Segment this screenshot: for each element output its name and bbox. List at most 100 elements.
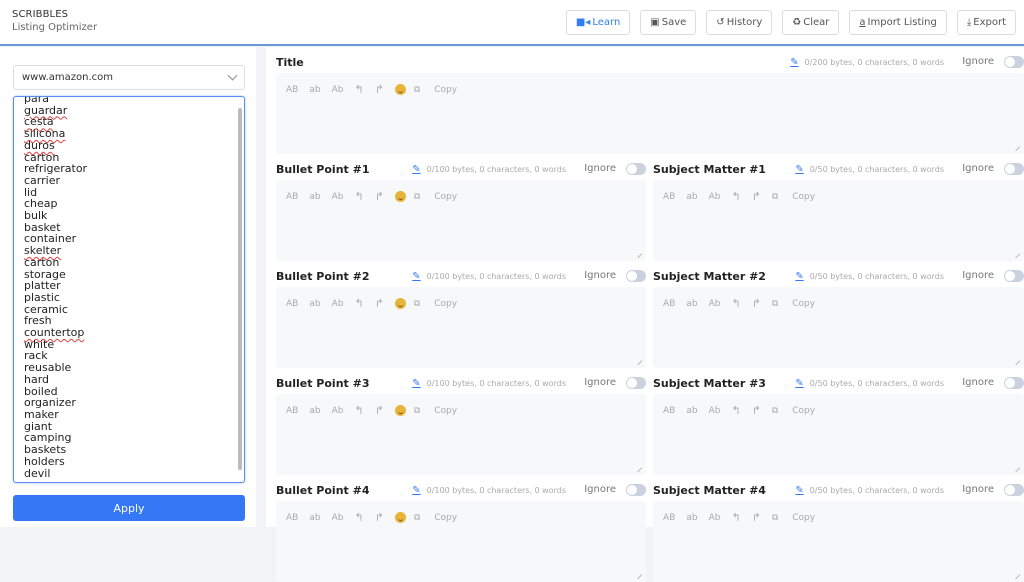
emoji-icon[interactable] [394,84,406,95]
titlecase-button[interactable]: Ab [332,513,344,523]
undo-icon[interactable]: ↰ [731,511,740,524]
bullet-point-4-textarea[interactable]: AB ab Ab ↰ ↱ ⧉ Copy [276,501,646,582]
redo-icon[interactable]: ↱ [752,404,761,417]
redo-icon[interactable]: ↱ [752,511,761,524]
pencil-icon[interactable]: ✎ [412,271,420,282]
pencil-icon[interactable]: ✎ [795,378,803,389]
pencil-icon[interactable]: ✎ [795,271,803,282]
copy-button[interactable]: ⧉ Copy [414,192,468,202]
keywords-textarea[interactable]: para guardar cesta silicona duros carton refri… [13,96,245,483]
titlecase-button[interactable]: Ab [709,406,721,416]
titlecase-button[interactable]: Ab [332,192,344,202]
emoji-icon[interactable] [394,298,406,309]
subject-matter-3-ignore-toggle[interactable] [1004,377,1024,389]
resize-handle[interactable] [1011,570,1021,580]
subject-matter-1-textarea[interactable]: AB ab Ab ↰ ↱ ⧉ Copy [653,180,1024,261]
uppercase-button[interactable]: AB [286,299,298,309]
emoji-icon[interactable] [394,405,406,416]
copy-button[interactable]: ⧉ Copy [772,299,826,309]
lowercase-button[interactable]: ab [309,299,320,309]
undo-icon[interactable]: ↰ [354,83,363,96]
pencil-icon[interactable]: ✎ [795,485,803,496]
uppercase-button[interactable]: AB [663,192,675,202]
redo-icon[interactable]: ↱ [752,297,761,310]
copy-button[interactable]: ⧉ Copy [414,406,468,416]
pencil-icon[interactable]: ✎ [412,164,420,175]
lowercase-button[interactable]: ab [686,406,697,416]
pencil-icon[interactable]: ✎ [790,57,798,68]
subject-matter-2-ignore-toggle[interactable] [1004,270,1024,282]
undo-icon[interactable]: ↰ [731,404,740,417]
redo-icon[interactable]: ↱ [375,297,384,310]
subject-matter-4-ignore-toggle[interactable] [1004,484,1024,496]
undo-icon[interactable]: ↰ [354,511,363,524]
titlecase-button[interactable]: Ab [332,406,344,416]
copy-button[interactable]: ⧉ Copy [414,85,468,95]
pencil-icon[interactable]: ✎ [412,485,420,496]
copy-button[interactable]: ⧉ Copy [414,299,468,309]
subject-matter-1-ignore-toggle[interactable] [1004,163,1024,175]
lowercase-button[interactable]: ab [309,192,320,202]
undo-icon[interactable]: ↰ [731,190,740,203]
title-textarea[interactable]: AB ab Ab ↰ ↱ ⧉ Copy [276,73,1024,154]
copy-button[interactable]: ⧉ Copy [772,513,826,523]
undo-icon[interactable]: ↰ [731,297,740,310]
resize-handle[interactable] [1011,142,1021,152]
lowercase-button[interactable]: ab [309,406,320,416]
undo-icon[interactable]: ↰ [354,404,363,417]
uppercase-button[interactable]: AB [663,406,675,416]
uppercase-button[interactable]: AB [286,513,298,523]
resize-handle[interactable] [633,463,643,473]
copy-button[interactable]: ⧉ Copy [414,513,468,523]
redo-icon[interactable]: ↱ [375,511,384,524]
learn-button[interactable]: ■◂ Learn [565,10,631,35]
copy-button[interactable]: ⧉ Copy [772,406,826,416]
history-button[interactable]: ↺ History [706,10,773,35]
uppercase-button[interactable]: AB [286,406,298,416]
uppercase-button[interactable]: AB [663,513,675,523]
redo-icon[interactable]: ↱ [375,190,384,203]
apply-button[interactable]: Apply [13,495,245,521]
scrollbar[interactable] [238,108,242,470]
resize-handle[interactable] [1011,356,1021,366]
undo-icon[interactable]: ↰ [354,190,363,203]
emoji-icon[interactable] [394,191,406,202]
lowercase-button[interactable]: ab [309,513,320,523]
subject-matter-2-textarea[interactable]: AB ab Ab ↰ ↱ ⧉ Copy [653,287,1024,368]
titlecase-button[interactable]: Ab [332,299,344,309]
pencil-icon[interactable]: ✎ [412,378,420,389]
redo-icon[interactable]: ↱ [375,404,384,417]
titlecase-button[interactable]: Ab [709,299,721,309]
titlecase-button[interactable]: Ab [709,192,721,202]
lowercase-button[interactable]: ab [686,299,697,309]
resize-handle[interactable] [633,356,643,366]
titlecase-button[interactable]: Ab [709,513,721,523]
copy-button[interactable]: ⧉ Copy [772,192,826,202]
uppercase-button[interactable]: AB [286,192,298,202]
undo-icon[interactable]: ↰ [354,297,363,310]
marketplace-select[interactable]: www.amazon.com [13,65,245,90]
uppercase-button[interactable]: AB [663,299,675,309]
save-button[interactable]: ▣ Save [640,10,697,35]
resize-handle[interactable] [1011,249,1021,259]
subject-matter-4-textarea[interactable]: AB ab Ab ↰ ↱ ⧉ Copy [653,501,1024,582]
pencil-icon[interactable]: ✎ [795,164,803,175]
resize-handle[interactable] [633,570,643,580]
uppercase-button[interactable]: AB [286,85,298,95]
titlecase-button[interactable]: Ab [332,85,344,95]
redo-icon[interactable]: ↱ [752,190,761,203]
subject-matter-3-textarea[interactable]: AB ab Ab ↰ ↱ ⧉ Copy [653,394,1024,475]
emoji-icon[interactable] [394,512,406,523]
title-ignore-toggle[interactable] [1004,56,1024,68]
bullet-point-1-textarea[interactable]: AB ab Ab ↰ ↱ ⧉ Copy [276,180,646,261]
lowercase-button[interactable]: ab [686,513,697,523]
lowercase-button[interactable]: ab [686,192,697,202]
export-button[interactable]: ⤓ Export [956,10,1016,35]
resize-handle[interactable] [1011,463,1021,473]
bullet-point-3-textarea[interactable]: AB ab Ab ↰ ↱ ⧉ Copy [276,394,646,475]
import-listing-button[interactable]: a Import Listing [849,10,947,35]
clear-button[interactable]: ♻ Clear [782,10,840,35]
resize-handle[interactable] [633,249,643,259]
redo-icon[interactable]: ↱ [375,83,384,96]
bullet-point-2-textarea[interactable]: AB ab Ab ↰ ↱ ⧉ Copy [276,287,646,368]
